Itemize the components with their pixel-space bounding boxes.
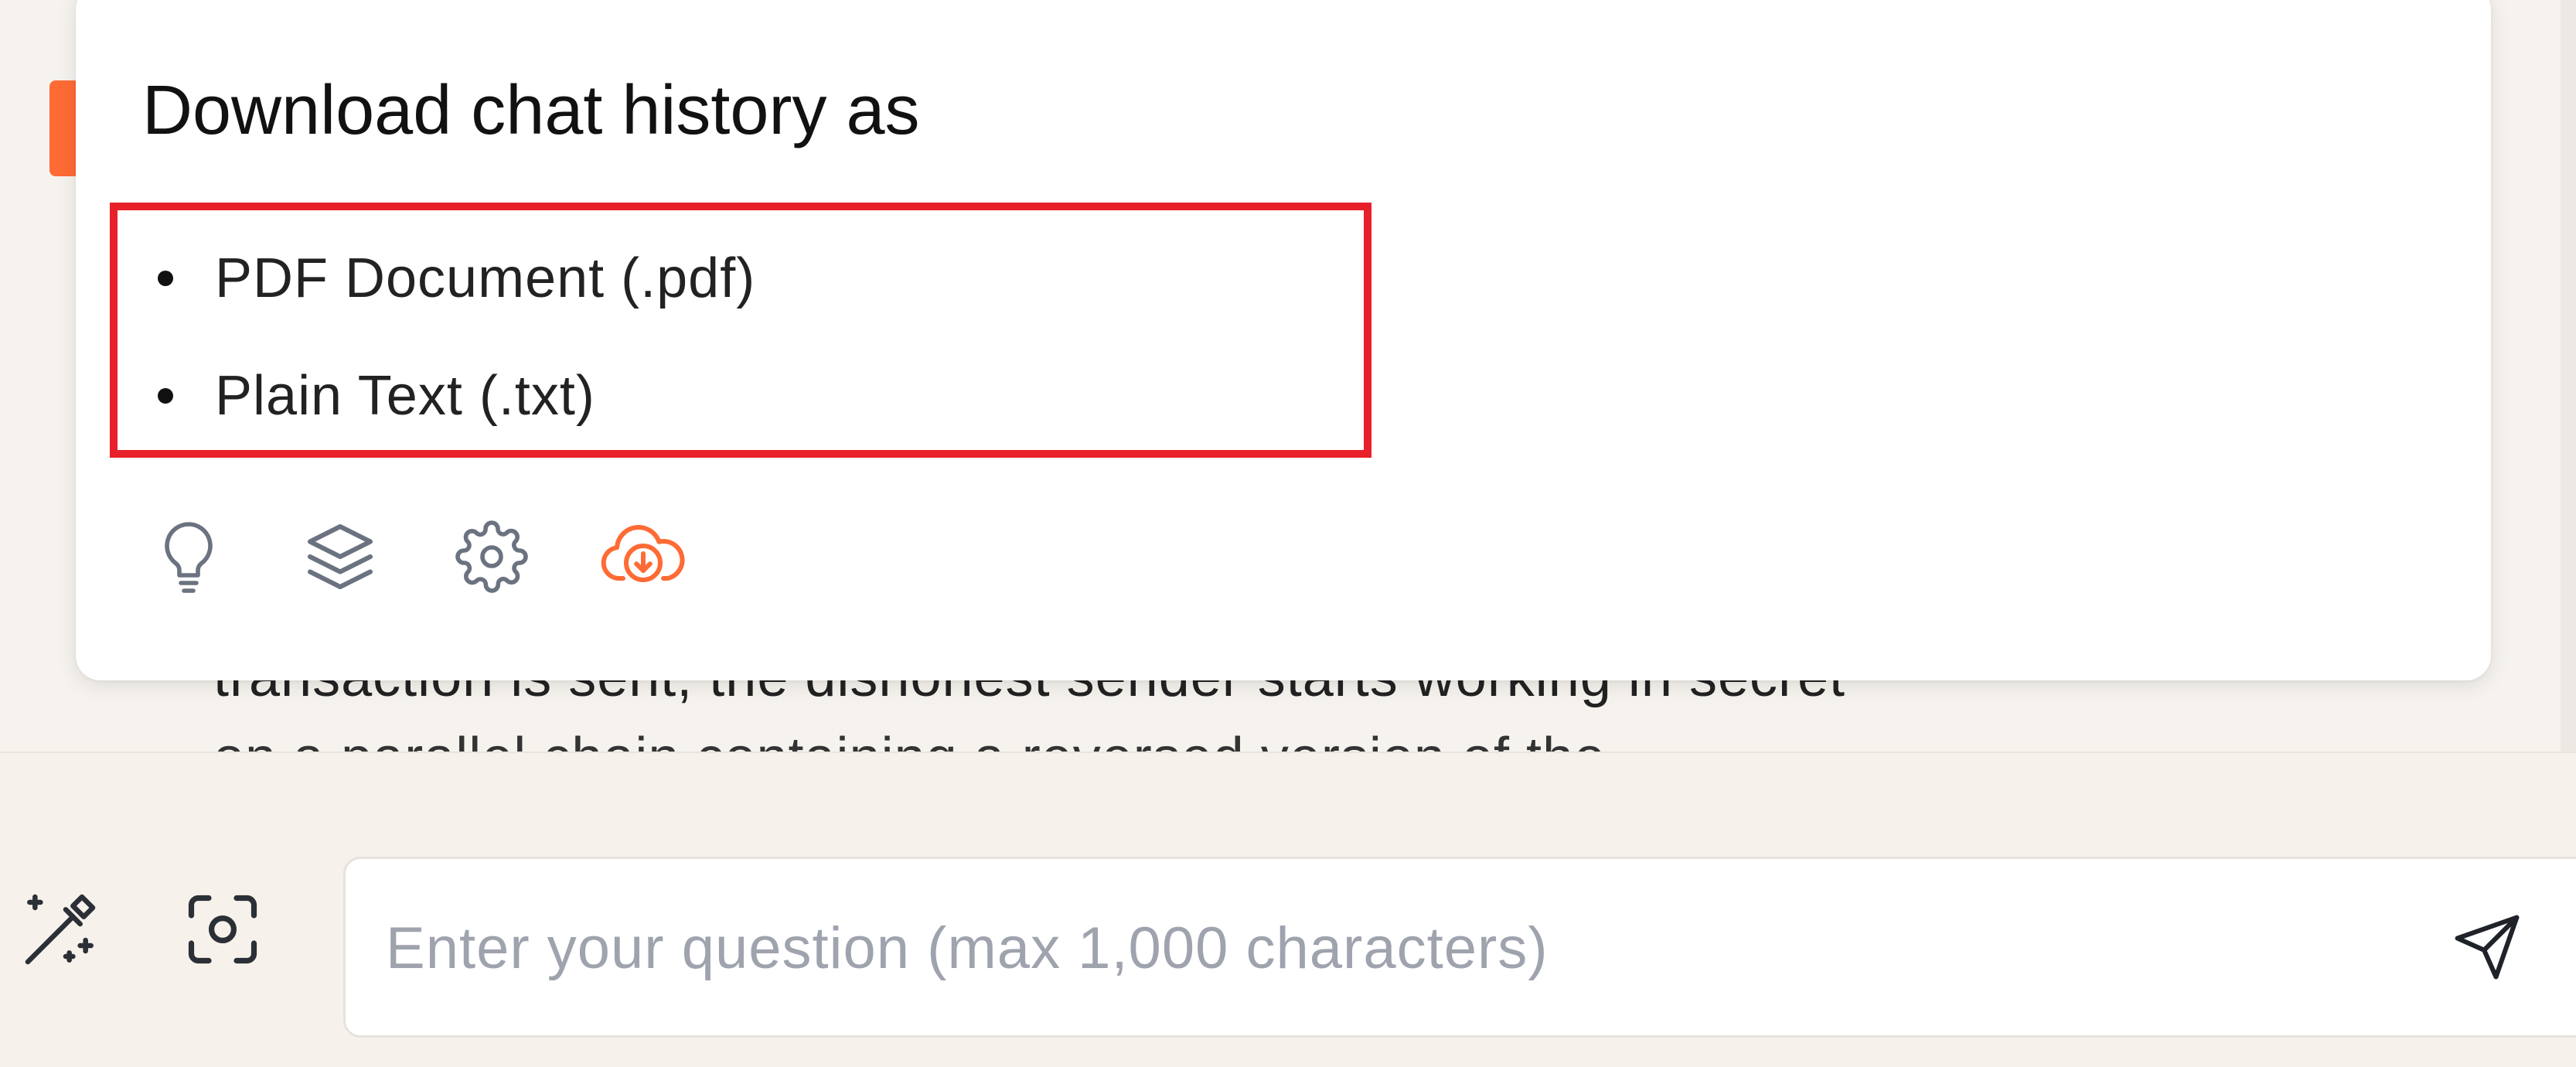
download-option-label: PDF Document (.pdf): [215, 247, 756, 309]
chat-message-text: on a parallel chain containing a reverse…: [213, 730, 1606, 752]
settings-button[interactable]: [445, 510, 538, 603]
download-options-list: PDF Document (.pdf) Plain Text (.txt): [110, 203, 1371, 458]
cloud-download-icon: [598, 520, 688, 594]
download-button[interactable]: [597, 510, 690, 603]
screen-capture-button[interactable]: [176, 885, 269, 977]
screen-capture-icon: [181, 888, 264, 975]
bullet-icon: [158, 388, 173, 404]
gear-icon: [455, 520, 529, 594]
lightbulb-icon: [152, 516, 226, 597]
download-popup: Download chat history as PDF Document (.…: [76, 0, 2491, 680]
layers-button[interactable]: [294, 510, 387, 603]
question-input-container: [343, 857, 2576, 1038]
question-input[interactable]: [386, 898, 2319, 998]
send-button[interactable]: [2441, 902, 2533, 995]
download-option-label: Plain Text (.txt): [215, 365, 595, 427]
send-icon: [2452, 912, 2523, 987]
popup-title: Download chat history as: [142, 72, 920, 149]
layers-icon: [300, 516, 380, 597]
bullet-icon: [158, 271, 173, 286]
popup-toolbar: [142, 510, 748, 603]
chat-scrollbar[interactable]: [2561, 0, 2576, 752]
prompt-magic-button[interactable]: [14, 885, 107, 977]
magic-wand-icon: [17, 886, 104, 977]
composer-bar: [0, 752, 2576, 1067]
tips-button[interactable]: [142, 510, 235, 603]
